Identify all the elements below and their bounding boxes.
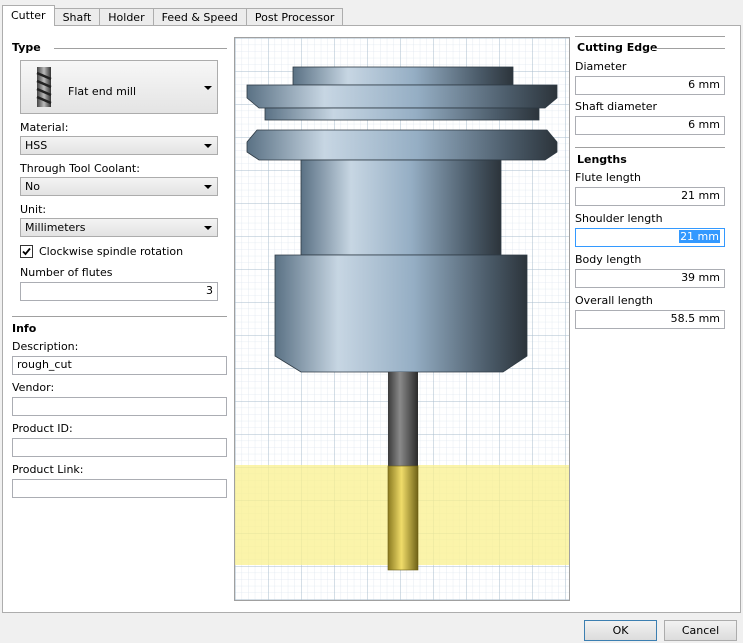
flutes-input[interactable]: 3: [20, 282, 218, 301]
unit-value: Millimeters: [25, 221, 86, 234]
flat-end-mill-icon: [36, 67, 52, 107]
flutes-label: Number of flutes: [20, 266, 113, 279]
tab-bar: Cutter Shaft Holder Feed & Speed Post Pr…: [2, 5, 344, 26]
overall-length-input[interactable]: 58.5 mm: [575, 310, 725, 329]
tab-shaft[interactable]: Shaft: [53, 8, 101, 26]
cutting-edge-separator: [652, 48, 725, 50]
shaft-diameter-input[interactable]: 6 mm: [575, 116, 725, 135]
product-link-input[interactable]: [12, 479, 227, 498]
chevron-down-icon: [204, 144, 212, 148]
overall-length-label: Overall length: [575, 294, 653, 307]
coolant-select[interactable]: No: [20, 177, 218, 196]
type-section-title: Type: [12, 41, 41, 54]
info-separator: [12, 316, 227, 318]
flute-length-label: Flute length: [575, 171, 641, 184]
ok-button[interactable]: OK: [584, 620, 657, 641]
product-id-label: Product ID:: [12, 422, 73, 435]
lengths-separator: [575, 147, 725, 149]
tool-preview-drawing: [235, 38, 569, 600]
unit-select[interactable]: Millimeters: [20, 218, 218, 237]
cutter-type-label: Flat end mill: [68, 85, 137, 98]
right-top-separator: [575, 36, 725, 38]
product-id-input[interactable]: [12, 438, 227, 457]
tab-post-processor[interactable]: Post Processor: [245, 8, 344, 26]
diameter-input[interactable]: 6 mm: [575, 76, 725, 95]
type-separator: [54, 48, 227, 50]
description-input[interactable]: rough_cut: [12, 356, 227, 375]
coolant-label: Through Tool Coolant:: [20, 162, 140, 175]
tool-preview: [234, 37, 570, 601]
tool-shank: [388, 372, 418, 466]
tool-flutes: [387, 465, 419, 571]
shoulder-length-input[interactable]: 21 mm: [575, 228, 725, 247]
clockwise-label[interactable]: Clockwise spindle rotation: [39, 245, 183, 258]
description-label: Description:: [12, 340, 79, 353]
body-length-label: Body length: [575, 253, 642, 266]
shoulder-length-label: Shoulder length: [575, 212, 663, 225]
cutting-edge-title: Cutting Edge: [577, 41, 658, 54]
material-select[interactable]: HSS: [20, 136, 218, 155]
cutter-type-dropdown[interactable]: Flat end mill: [20, 60, 218, 114]
tab-cutter[interactable]: Cutter: [2, 5, 55, 26]
product-link-label: Product Link:: [12, 463, 84, 476]
chevron-down-icon: [204, 226, 212, 230]
shaft-diameter-label: Shaft diameter: [575, 100, 658, 113]
material-label: Material:: [20, 121, 69, 134]
checkmark-icon: [22, 247, 31, 256]
clockwise-checkbox[interactable]: [20, 245, 33, 258]
coolant-value: No: [25, 180, 40, 193]
tab-feed-speed[interactable]: Feed & Speed: [152, 8, 247, 26]
vendor-input[interactable]: [12, 397, 227, 416]
chevron-down-icon: [204, 185, 212, 189]
material-value: HSS: [25, 139, 48, 152]
diameter-label: Diameter: [575, 60, 627, 73]
lengths-title: Lengths: [577, 153, 627, 166]
unit-label: Unit:: [20, 203, 47, 216]
info-section-title: Info: [12, 322, 37, 335]
chevron-down-icon: [204, 86, 212, 90]
cancel-button[interactable]: Cancel: [664, 620, 737, 641]
shoulder-length-value: 21 mm: [679, 230, 720, 243]
vendor-label: Vendor:: [12, 381, 55, 394]
flute-length-input[interactable]: 21 mm: [575, 187, 725, 206]
body-length-input[interactable]: 39 mm: [575, 269, 725, 288]
tab-holder[interactable]: Holder: [99, 8, 154, 26]
